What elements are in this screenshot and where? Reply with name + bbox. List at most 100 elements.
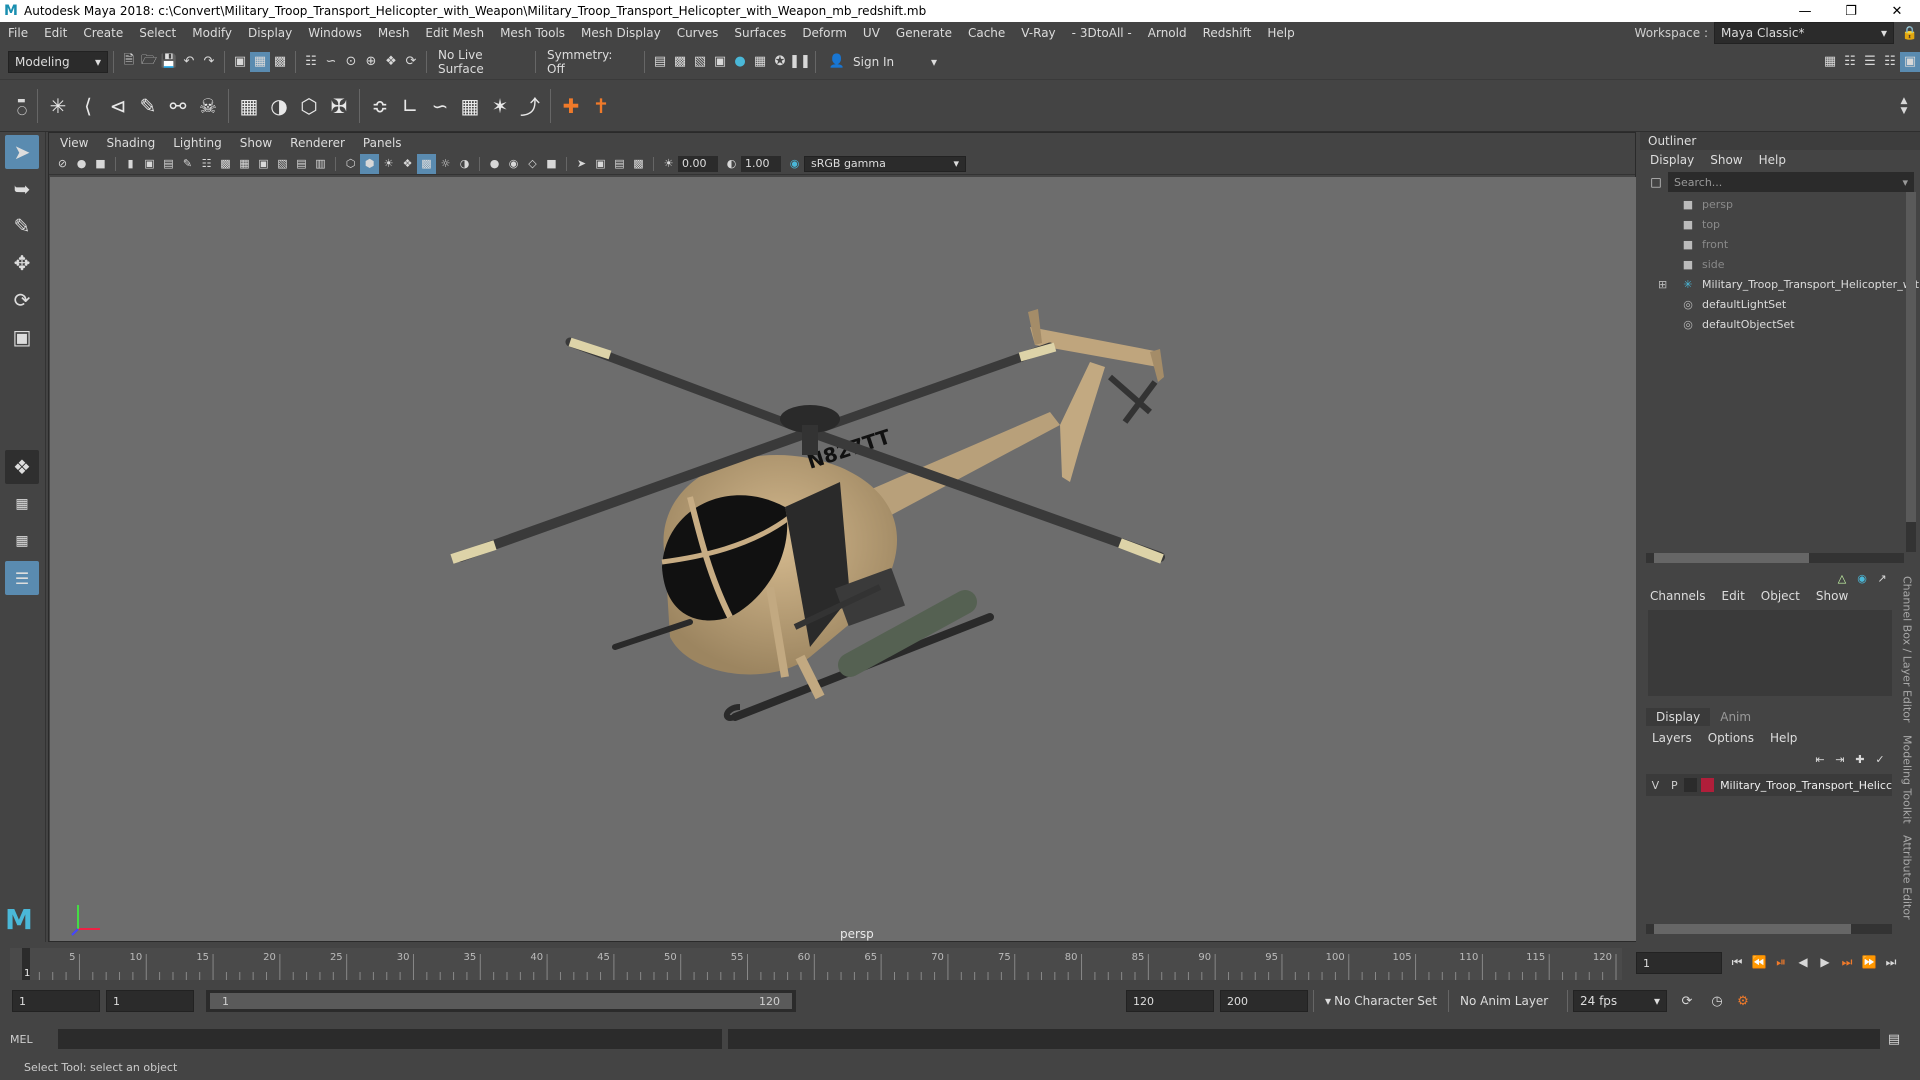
render-setup-icon[interactable]: ▦	[750, 52, 770, 72]
gamma-field[interactable]: 1.00	[741, 155, 781, 172]
channel-box-icon[interactable]: ☷	[1880, 52, 1900, 72]
viewport-menu-view[interactable]: View	[51, 133, 97, 153]
layer-menu-layers[interactable]: Layers	[1644, 728, 1700, 748]
xray-icon[interactable]: ▣	[591, 154, 610, 174]
layer-type-toggle[interactable]	[1683, 778, 1697, 792]
paint-select-icon[interactable]: ✎	[5, 209, 39, 243]
attribute-editor-icon[interactable]: ☷	[1840, 52, 1860, 72]
viewport-menu-panels[interactable]: Panels	[354, 133, 411, 153]
menu-mesh[interactable]: Mesh	[370, 22, 418, 44]
snap-surface-icon[interactable]: ❖	[381, 52, 401, 72]
isolate-select-icon[interactable]: ➤	[572, 154, 591, 174]
motion-blur-icon[interactable]: ◉	[504, 154, 523, 174]
modeling-toolkit-icon[interactable]: ▦	[1820, 52, 1840, 72]
2d-pan-icon[interactable]: ▤	[159, 154, 178, 174]
hypershade-icon[interactable]: ●	[730, 52, 750, 72]
cluster-icon[interactable]: ▦	[455, 89, 485, 123]
menu-curves[interactable]: Curves	[669, 22, 727, 44]
quick-layout-single-icon[interactable]: ▦	[5, 487, 39, 521]
exposure-field[interactable]: 0.00	[678, 155, 718, 172]
outliner-layout-icon[interactable]: ☰	[5, 561, 39, 595]
film-gate-icon[interactable]: ▩	[216, 154, 235, 174]
channel-menu-show[interactable]: Show	[1808, 586, 1856, 606]
channel-key-icon[interactable]: △	[1832, 568, 1852, 588]
channel-menu-channels[interactable]: Channels	[1642, 586, 1714, 606]
menu-arnold[interactable]: Arnold	[1140, 22, 1195, 44]
shelf-menu-icon[interactable]: ▬ ◯	[12, 89, 32, 123]
xray-joints-icon[interactable]: ▤	[610, 154, 629, 174]
select-component-icon[interactable]: ▩	[270, 52, 290, 72]
new-layer-icon[interactable]: ✚	[1850, 749, 1870, 769]
channel-box-content[interactable]	[1648, 610, 1892, 696]
quick-layout-four-icon[interactable]: ▦	[5, 524, 39, 558]
channel-menu-edit[interactable]: Edit	[1714, 586, 1753, 606]
menu-mesh-tools[interactable]: Mesh Tools	[492, 22, 573, 44]
anim-prefs-icon[interactable]: ⚙	[1733, 991, 1753, 1011]
menu-display[interactable]: Display	[240, 22, 300, 44]
outliner-item[interactable]: ◎ defaultObjectSet	[1640, 314, 1920, 334]
outliner-vscrollbar[interactable]	[1906, 192, 1916, 552]
outliner-item[interactable]: ■ front	[1640, 234, 1920, 254]
outliner-item[interactable]: ■ top	[1640, 214, 1920, 234]
resolution-gate-icon[interactable]: ▦	[235, 154, 254, 174]
maximize-icon[interactable]: ❐	[1828, 0, 1874, 22]
menu-edit[interactable]: Edit	[36, 22, 75, 44]
side-tab-modeling-toolkit[interactable]: Modeling Toolkit	[1901, 735, 1914, 824]
camera-lock-icon[interactable]: ●	[72, 154, 91, 174]
layer-menu-help[interactable]: Help	[1762, 728, 1805, 748]
new-scene-icon[interactable]: 🗎	[119, 52, 139, 72]
menu-help[interactable]: Help	[1259, 22, 1302, 44]
anti-alias-icon[interactable]: ◇	[523, 154, 542, 174]
wireframe-icon[interactable]: ⬡	[341, 154, 360, 174]
anim-layer-dropdown[interactable]: No Anim Layer	[1454, 990, 1562, 1012]
outliner-item[interactable]: ■ persp	[1640, 194, 1920, 214]
snap-grid-icon[interactable]: ☷	[301, 52, 321, 72]
use-lights-icon[interactable]: ☼	[436, 154, 455, 174]
select-tool-icon[interactable]: ✳	[43, 89, 73, 123]
color-space-dropdown[interactable]: sRGB gamma ▾	[804, 155, 966, 172]
grid-toggle-icon[interactable]: ☷	[197, 154, 216, 174]
menu-3dtoall[interactable]: - 3DtoAll -	[1064, 22, 1140, 44]
textured-icon[interactable]: ▩	[417, 153, 436, 174]
live-surface-field[interactable]: No Live Surface	[432, 48, 530, 76]
menu-deform[interactable]: Deform	[794, 22, 855, 44]
menu-modify[interactable]: Modify	[184, 22, 240, 44]
loop-icon[interactable]: ⟳	[1677, 991, 1697, 1011]
smooth-shade-icon[interactable]: ⬢	[360, 153, 379, 174]
workspace-dropdown[interactable]: Maya Classic* ▾	[1714, 22, 1894, 44]
sign-in-dropdown[interactable]: Sign In ▾	[847, 50, 943, 73]
uv-editor-icon[interactable]: ⬡	[294, 89, 324, 123]
grease-pencil-icon[interactable]: ✎	[178, 154, 197, 174]
command-language-label[interactable]: MEL	[10, 1033, 58, 1046]
auto-key-icon[interactable]: ◷	[1707, 991, 1727, 1011]
safe-title-icon[interactable]: ▥	[311, 154, 330, 174]
step-back-frame-icon[interactable]: ⏯	[1770, 952, 1792, 972]
step-forward-frame-icon[interactable]: ⏭	[1836, 952, 1858, 972]
step-back-key-icon[interactable]: ⏪	[1748, 952, 1770, 972]
character-set-dropdown[interactable]: ▾ No Character Set	[1319, 990, 1443, 1012]
snap-point-icon[interactable]: ⊙	[341, 52, 361, 72]
helicopter-model[interactable]: N827TT	[50, 177, 1636, 941]
side-tab-channel-box-layer-editor[interactable]: Channel Box / Layer Editor	[1901, 576, 1914, 723]
menu-uv[interactable]: UV	[855, 22, 888, 44]
select-object-icon[interactable]: ▦	[250, 51, 270, 72]
menu-windows[interactable]: Windows	[300, 22, 370, 44]
move-tool-icon[interactable]: ✥	[5, 246, 39, 280]
render-view-icon[interactable]: ▤	[650, 52, 670, 72]
outliner-item[interactable]: ■ side	[1640, 254, 1920, 274]
curve-tool-icon[interactable]: ⟨	[73, 89, 103, 123]
layer-editor-icon[interactable]: ▣	[1900, 51, 1920, 72]
playback-end-field[interactable]: 120	[1126, 990, 1214, 1012]
poly-modeling-icon[interactable]: ▦	[234, 89, 264, 123]
range-slider[interactable]: 1 120	[206, 990, 796, 1012]
expand-icon[interactable]: ⊞	[1658, 278, 1667, 291]
camera-select-icon[interactable]: ⊘	[53, 154, 72, 174]
shadows-icon[interactable]: ◑	[455, 154, 474, 174]
lattice-icon[interactable]: ∟	[395, 89, 425, 123]
pencil-curve-icon[interactable]: ✎	[133, 89, 163, 123]
bend-deformer-icon[interactable]: ≎	[365, 89, 395, 123]
default-lighting-icon[interactable]: ☀	[379, 154, 398, 174]
redo-icon[interactable]: ↷	[199, 52, 219, 72]
select-hierarchy-icon[interactable]: ▣	[230, 52, 250, 72]
light-editor-icon[interactable]: ✪	[770, 52, 790, 72]
